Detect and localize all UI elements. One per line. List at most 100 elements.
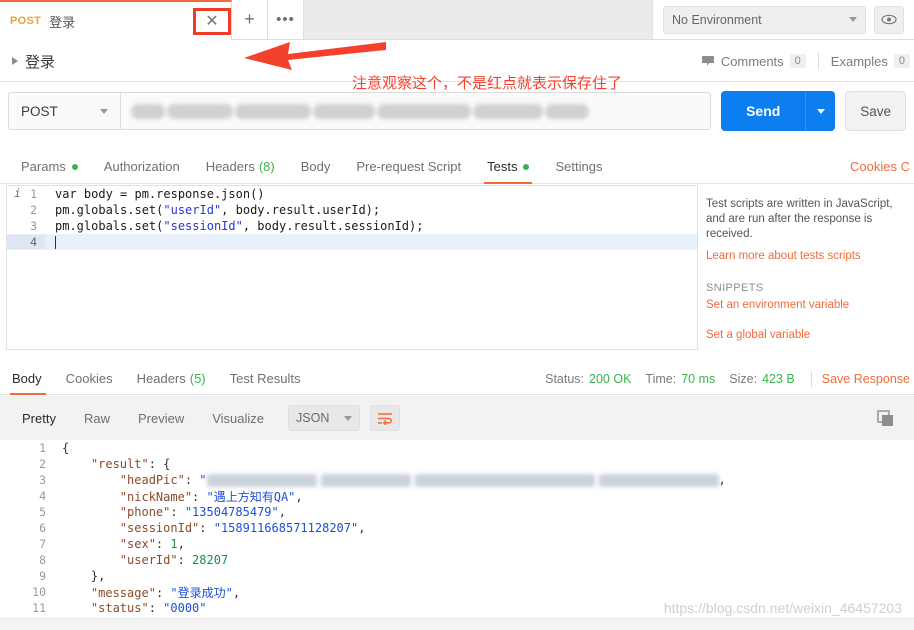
tab-params[interactable]: Params bbox=[8, 159, 91, 183]
code-line: i1 var body = pm.response.json() bbox=[7, 186, 697, 202]
help-description: Test scripts are written in JavaScript, … bbox=[706, 198, 893, 240]
examples-button[interactable]: Examples 0 bbox=[831, 54, 910, 69]
code-line: 2 pm.globals.set("userId", body.result.u… bbox=[7, 202, 697, 218]
json-line: 2 "result": { bbox=[0, 456, 914, 472]
response-meta: Status: 200 OK Time: 70 ms Size: 423 B S… bbox=[531, 371, 910, 387]
chevron-down-icon bbox=[849, 17, 857, 22]
tab-label: Settings bbox=[555, 159, 603, 174]
postman-window: POST 登录 ✕ + ••• No Environment 登录 Commen… bbox=[0, 0, 914, 630]
tab-pre-request-script[interactable]: Pre-request Script bbox=[343, 159, 474, 183]
copy-icon bbox=[877, 410, 893, 426]
line-number: 3 bbox=[30, 219, 37, 233]
wrap-lines-icon bbox=[378, 412, 393, 425]
close-button-highlight-box bbox=[193, 8, 231, 35]
json-text: "sessionId": "158911668571128207", bbox=[119, 521, 366, 535]
snippet-set-global-variable[interactable]: Set a global variable bbox=[706, 329, 906, 341]
meta-divider bbox=[817, 52, 819, 70]
line-number: i1 bbox=[14, 186, 37, 201]
json-text: "nickName": "遇上方知有QA", bbox=[119, 489, 303, 504]
line-number: 3 bbox=[39, 473, 46, 487]
tab-label: Body bbox=[12, 371, 42, 386]
time-value: 70 ms bbox=[681, 372, 716, 386]
code-line-current: 4 bbox=[7, 234, 697, 250]
response-body-toolbar: Pretty Raw Preview Visualize JSON bbox=[0, 396, 914, 440]
tab-label: Pre-request Script bbox=[356, 159, 462, 174]
info-icon: i bbox=[14, 186, 21, 200]
json-line: 5 "phone": "13504785479", bbox=[0, 504, 914, 520]
send-button-group: Send bbox=[721, 91, 836, 131]
environment-quick-look-button[interactable] bbox=[874, 5, 904, 34]
response-tab-cookies[interactable]: Cookies bbox=[54, 371, 125, 394]
response-tab-body[interactable]: Body bbox=[6, 371, 54, 395]
request-tabs: Params Authorization Headers (8) Body Pr… bbox=[0, 152, 914, 184]
text-cursor bbox=[55, 236, 56, 249]
triangle-right-icon[interactable] bbox=[12, 57, 18, 65]
response-tab-test-results[interactable]: Test Results bbox=[218, 371, 313, 394]
environment-select[interactable]: No Environment bbox=[663, 5, 866, 34]
line-number: 6 bbox=[39, 521, 46, 535]
line-number: 4 bbox=[7, 235, 45, 249]
send-button[interactable]: Send bbox=[721, 91, 806, 131]
view-visualize[interactable]: Visualize bbox=[198, 411, 278, 426]
environment-bar: No Environment bbox=[652, 0, 914, 40]
tab-options-button[interactable]: ••• bbox=[268, 0, 304, 39]
tab-label: Tests bbox=[487, 159, 518, 174]
chevron-down-icon bbox=[100, 108, 108, 114]
watermark: https://blog.csdn.net/weixin_46457203 bbox=[663, 600, 902, 616]
request-meta-row: Comments 0 Examples 0 bbox=[652, 41, 914, 81]
json-text: "sex": 1, bbox=[119, 537, 185, 551]
annotation-text: 注意观察这个，不是红点就表示保存住了 bbox=[352, 74, 623, 92]
code-text: pm.globals.set("userId", body.result.use… bbox=[55, 203, 381, 217]
wrap-lines-button[interactable] bbox=[370, 405, 401, 431]
view-raw[interactable]: Raw bbox=[70, 411, 124, 426]
response-tabs: Body Cookies Headers (5) Test Results St… bbox=[0, 363, 914, 395]
tab-label: Cookies bbox=[65, 371, 113, 386]
http-method-label: POST bbox=[21, 103, 58, 119]
save-response-button[interactable]: Save Response bbox=[822, 372, 910, 386]
status-value: 200 OK bbox=[589, 372, 632, 386]
save-button[interactable]: Save bbox=[845, 91, 906, 131]
copy-button[interactable] bbox=[876, 409, 896, 432]
tests-help-panel: Test scripts are written in JavaScript, … bbox=[700, 185, 914, 350]
tab-count: (8) bbox=[258, 159, 275, 174]
new-tab-button[interactable]: + bbox=[232, 0, 268, 39]
tab-label: Params bbox=[21, 159, 66, 174]
response-body-json[interactable]: 1 { 2 "result": { 3 "headPic": ", 4 "nic… bbox=[0, 440, 914, 618]
view-preview[interactable]: Preview bbox=[124, 411, 198, 426]
tabstrip-filler bbox=[304, 0, 652, 39]
response-tab-headers[interactable]: Headers (5) bbox=[125, 371, 218, 394]
cookies-link[interactable]: Cookies C bbox=[850, 159, 910, 174]
line-number: 9 bbox=[39, 569, 46, 583]
code-line: 3 pm.globals.set("sessionId", body.resul… bbox=[7, 218, 697, 234]
tab-authorization[interactable]: Authorization bbox=[91, 159, 193, 183]
json-line: 9 }, bbox=[0, 568, 914, 584]
code-text: var body = pm.response.json() bbox=[55, 187, 265, 201]
format-label: JSON bbox=[296, 411, 330, 425]
json-text: "message": "登录成功", bbox=[90, 585, 241, 600]
line-number: 11 bbox=[32, 601, 46, 615]
learn-more-link[interactable]: Learn more about tests scripts bbox=[706, 250, 906, 262]
tab-body[interactable]: Body bbox=[288, 159, 344, 183]
tab-label: Body bbox=[300, 159, 331, 174]
tab-settings[interactable]: Settings bbox=[542, 159, 615, 183]
tab-label: Authorization bbox=[103, 159, 180, 174]
time-label: Time: bbox=[645, 372, 677, 386]
tab-name-label: 登录 bbox=[49, 14, 76, 30]
send-options-button[interactable] bbox=[805, 91, 836, 131]
comments-button[interactable]: Comments 0 bbox=[701, 54, 806, 69]
tab-headers[interactable]: Headers (8) bbox=[193, 159, 288, 183]
http-method-select[interactable]: POST bbox=[8, 92, 121, 130]
json-line: 7 "sex": 1, bbox=[0, 536, 914, 552]
eye-icon bbox=[881, 14, 897, 25]
json-line: 3 "headPic": ", bbox=[0, 472, 914, 488]
snippet-set-environment-variable[interactable]: Set an environment variable bbox=[706, 299, 906, 311]
tab-tests[interactable]: Tests bbox=[474, 159, 542, 184]
json-line: 6 "sessionId": "158911668571128207", bbox=[0, 520, 914, 536]
chevron-down-icon bbox=[344, 415, 353, 421]
view-pretty[interactable]: Pretty bbox=[8, 411, 70, 426]
url-input[interactable] bbox=[121, 92, 712, 130]
format-select[interactable]: JSON bbox=[288, 405, 361, 431]
request-tab-strip: POST 登录 ✕ + ••• bbox=[0, 0, 652, 40]
size-value: 423 B bbox=[762, 372, 795, 386]
tests-script-editor[interactable]: i1 var body = pm.response.json() 2 pm.gl… bbox=[6, 185, 698, 350]
